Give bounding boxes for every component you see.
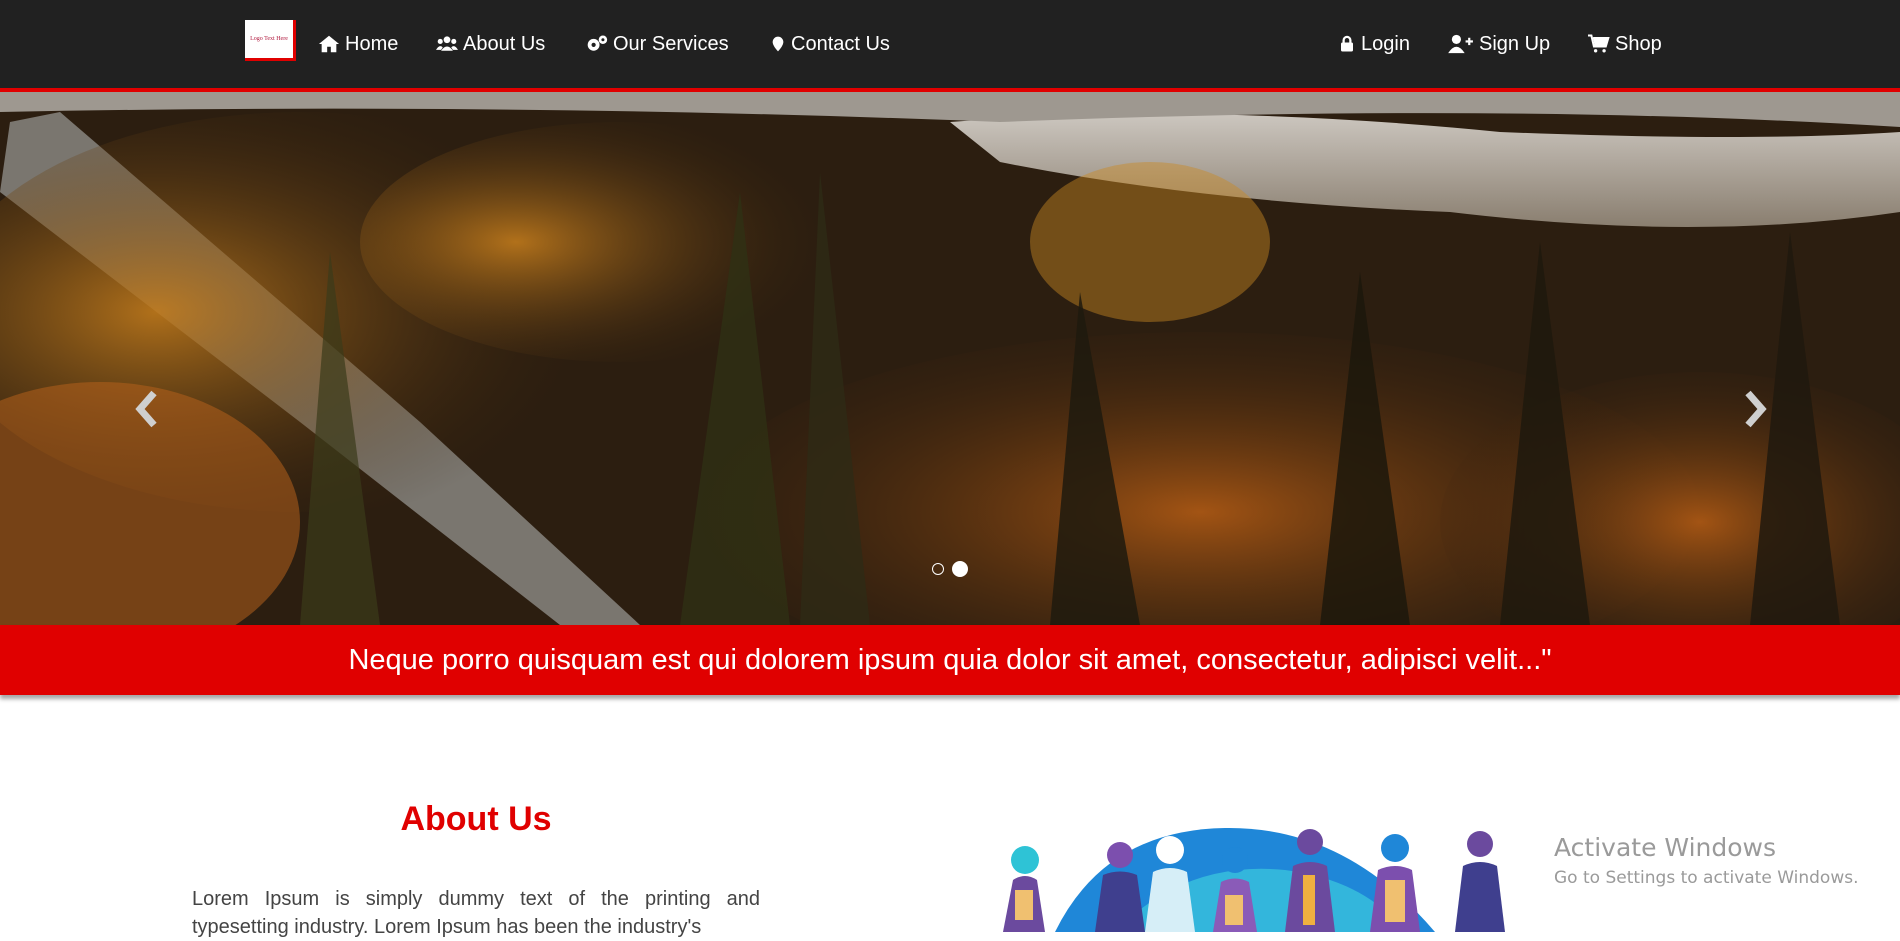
nav-our-services-label: Our Services bbox=[613, 32, 729, 55]
nav-sign-up-label: Sign Up bbox=[1479, 32, 1551, 55]
windows-activation-watermark: Activate Windows Go to Settings to activ… bbox=[1554, 833, 1859, 888]
watermark-title: Activate Windows bbox=[1554, 833, 1776, 862]
nav-about-us-label: About Us bbox=[463, 32, 546, 55]
hero-carousel bbox=[0, 92, 1900, 625]
nav-home-label: Home bbox=[345, 32, 399, 55]
nav-login-label: Login bbox=[1361, 32, 1410, 55]
about-text: Lorem Ipsum is simply dummy text of the … bbox=[192, 888, 760, 938]
quote-banner: Neque porro quisquam est qui dolorem ips… bbox=[0, 625, 1900, 695]
home-icon bbox=[318, 35, 340, 53]
nav-shop-label: Shop bbox=[1615, 32, 1662, 55]
navbar: Logo Text Here Home About Us Our Service… bbox=[0, 0, 1900, 92]
nav-login[interactable]: Login bbox=[1338, 31, 1410, 57]
nav-sign-up[interactable]: Sign Up bbox=[1448, 31, 1550, 57]
nav-our-services[interactable]: Our Services bbox=[586, 31, 729, 57]
nav-contact-us[interactable]: Contact Us bbox=[770, 31, 890, 57]
carousel-dot-2[interactable] bbox=[952, 561, 968, 577]
hero-image bbox=[0, 92, 1900, 625]
nav-contact-us-label: Contact Us bbox=[791, 32, 890, 55]
nav-about-us[interactable]: About Us bbox=[436, 31, 545, 57]
cart-icon bbox=[1588, 34, 1610, 53]
nav-shop[interactable]: Shop bbox=[1588, 31, 1662, 57]
carousel-indicators bbox=[932, 561, 968, 577]
about-title: About Us bbox=[400, 800, 552, 838]
logo-text: Logo Text Here bbox=[250, 36, 288, 42]
chevron-right-icon[interactable] bbox=[1740, 387, 1770, 431]
gears-icon bbox=[587, 35, 608, 51]
nav-home[interactable]: Home bbox=[318, 31, 398, 57]
map-marker-icon bbox=[772, 36, 784, 52]
team-illustration bbox=[1003, 827, 1505, 932]
chevron-left-icon[interactable] bbox=[132, 387, 162, 431]
banner-text: Neque porro quisquam est qui dolorem ips… bbox=[348, 643, 1552, 676]
user-plus-icon bbox=[1448, 34, 1473, 54]
watermark-subtitle: Go to Settings to activate Windows. bbox=[1554, 868, 1859, 888]
logo[interactable]: Logo Text Here bbox=[245, 20, 296, 61]
users-icon bbox=[436, 36, 458, 51]
carousel-dot-1[interactable] bbox=[932, 563, 944, 575]
lock-icon bbox=[1341, 35, 1353, 52]
